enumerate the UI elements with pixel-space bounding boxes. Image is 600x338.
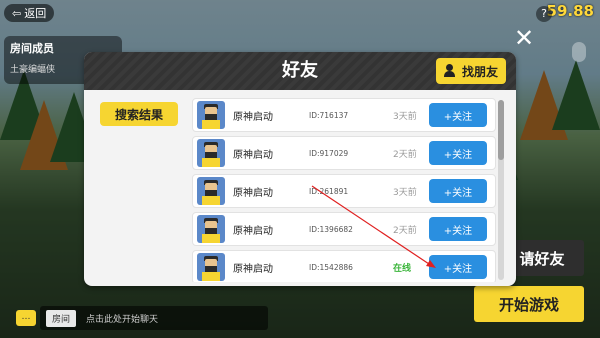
chat-channel-tab[interactable]: 房间	[46, 309, 77, 327]
avatar[interactable]	[197, 139, 225, 167]
list-scrollbar[interactable]	[498, 100, 504, 280]
list-item: 原神启动 ID:261891 3天前 +关注	[192, 174, 496, 208]
close-icon[interactable]: ✕	[514, 26, 534, 50]
dialog-header: 好友 找朋友	[84, 52, 516, 90]
friend-nickname: 原神启动	[233, 187, 273, 199]
avatar[interactable]	[197, 253, 225, 281]
back-label: 返回	[24, 7, 47, 20]
follow-button[interactable]: +关注	[429, 179, 487, 203]
find-friend-label: 找朋友	[461, 64, 498, 79]
friend-nickname: 原神启动	[233, 111, 273, 123]
back-button[interactable]: ⇦ 返回	[4, 4, 55, 22]
friends-dialog: 好友 找朋友 搜索结果 原神启动 ID:716137 3天前 +关注 原神启动 …	[84, 52, 516, 286]
last-seen-status: 2天前	[393, 225, 417, 236]
search-result-list: 原神启动 ID:716137 3天前 +关注 原神启动 ID:917029 2天…	[192, 98, 496, 282]
follow-button[interactable]: +关注	[429, 141, 487, 165]
arrow-left-icon: ⇦	[12, 6, 22, 20]
friend-nickname: 原神启动	[233, 149, 273, 161]
question-icon[interactable]: ?	[536, 6, 552, 22]
list-item: 原神启动 ID:716137 3天前 +关注	[192, 98, 496, 132]
friend-nickname: 原神启动	[233, 263, 273, 275]
online-status: 在线	[393, 263, 412, 274]
follow-button[interactable]: +关注	[429, 217, 487, 241]
find-friend-button[interactable]: 找朋友	[435, 58, 506, 84]
follow-button[interactable]: +关注	[429, 103, 487, 127]
friend-id: ID:261891	[309, 186, 349, 196]
chat-placeholder: 点击此处开始聊天	[86, 314, 159, 325]
friend-id: ID:716137	[309, 110, 349, 120]
user-plus-icon	[443, 64, 458, 78]
start-game-button[interactable]: 开始游戏	[474, 286, 584, 322]
fps-counter: 59.88	[546, 2, 594, 20]
avatar[interactable]	[197, 177, 225, 205]
tab-search-results[interactable]: 搜索结果	[100, 102, 178, 126]
avatar[interactable]	[197, 215, 225, 243]
follow-button[interactable]: +关注	[429, 255, 487, 279]
avatar[interactable]	[197, 101, 225, 129]
list-item: 原神启动 ID:917029 2天前 +关注	[192, 136, 496, 170]
last-seen-status: 3天前	[393, 187, 417, 198]
scrollbar-thumb[interactable]	[498, 100, 504, 160]
friend-nickname: 原神启动	[233, 225, 273, 237]
list-item: 原神启动 ID:1542886 在线 +关注	[192, 250, 496, 282]
friend-id: ID:1542886	[309, 262, 353, 272]
friend-id: ID:917029	[309, 148, 349, 158]
friend-id: ID:1396682	[309, 224, 353, 234]
chat-input-bar[interactable]: 房间 点击此处开始聊天	[40, 306, 268, 330]
last-seen-status: 2天前	[393, 149, 417, 160]
chat-icon[interactable]: …	[16, 310, 36, 326]
microphone-icon[interactable]	[572, 42, 586, 62]
list-item: 原神启动 ID:1396682 2天前 +关注	[192, 212, 496, 246]
last-seen-status: 3天前	[393, 111, 417, 122]
